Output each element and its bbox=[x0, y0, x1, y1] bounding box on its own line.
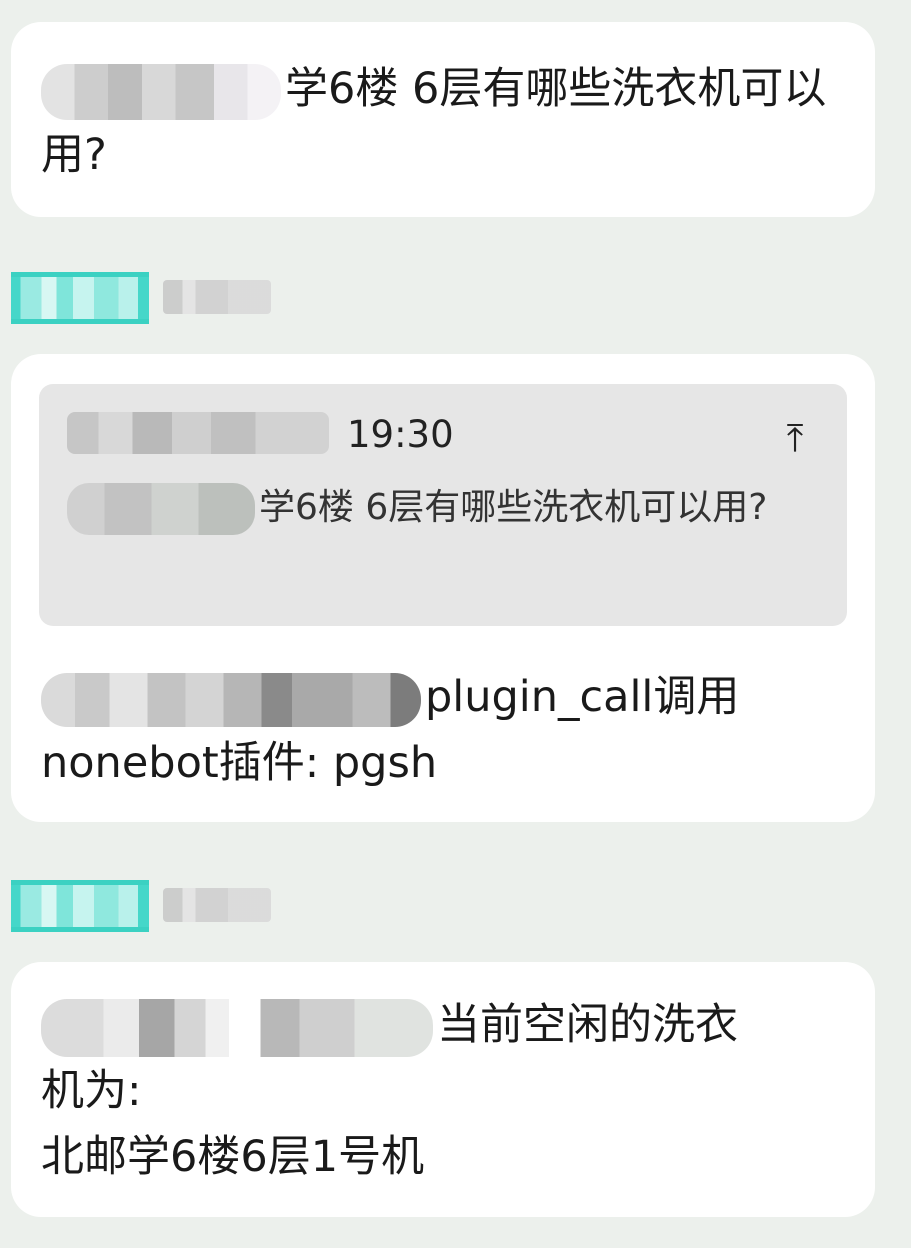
quote-sender-redacted bbox=[67, 412, 329, 454]
quote-time: 19:30 bbox=[347, 413, 454, 456]
quoted-message[interactable]: 19:30 ⤒ 学6楼 6层有哪些洗衣机可以用? bbox=[39, 384, 847, 626]
message-text: 学6楼 6层有哪些洗衣机可以用? bbox=[41, 56, 851, 188]
message-bubble-2[interactable]: 19:30 ⤒ 学6楼 6层有哪些洗衣机可以用? plugin_call调用 n… bbox=[11, 354, 875, 822]
sender-row-2 bbox=[11, 272, 281, 324]
quote-text: 学6楼 6层有哪些洗衣机可以用? bbox=[67, 480, 809, 535]
quote-text-content: 学6楼 6层有哪些洗衣机可以用? bbox=[259, 487, 768, 528]
sender-row-3 bbox=[11, 880, 281, 932]
redacted-text bbox=[41, 998, 433, 1057]
redacted-text bbox=[41, 63, 281, 120]
message-text: 当前空闲的洗衣 机为: 北邮学6楼6层1号机 bbox=[41, 992, 851, 1190]
arrow-up-to-top-icon[interactable]: ⤒ bbox=[777, 418, 813, 458]
message-text: plugin_call调用 nonebot插件: pgsh bbox=[41, 664, 851, 796]
message-bubble-1[interactable]: 学6楼 6层有哪些洗衣机可以用? bbox=[11, 22, 875, 217]
avatar[interactable] bbox=[11, 272, 149, 324]
redacted-text bbox=[41, 672, 421, 727]
redacted-text bbox=[67, 483, 255, 535]
sender-name-redacted bbox=[163, 280, 271, 314]
sender-name-redacted bbox=[163, 888, 271, 922]
message-bubble-3[interactable]: 当前空闲的洗衣 机为: 北邮学6楼6层1号机 bbox=[11, 962, 875, 1217]
avatar[interactable] bbox=[11, 880, 149, 932]
